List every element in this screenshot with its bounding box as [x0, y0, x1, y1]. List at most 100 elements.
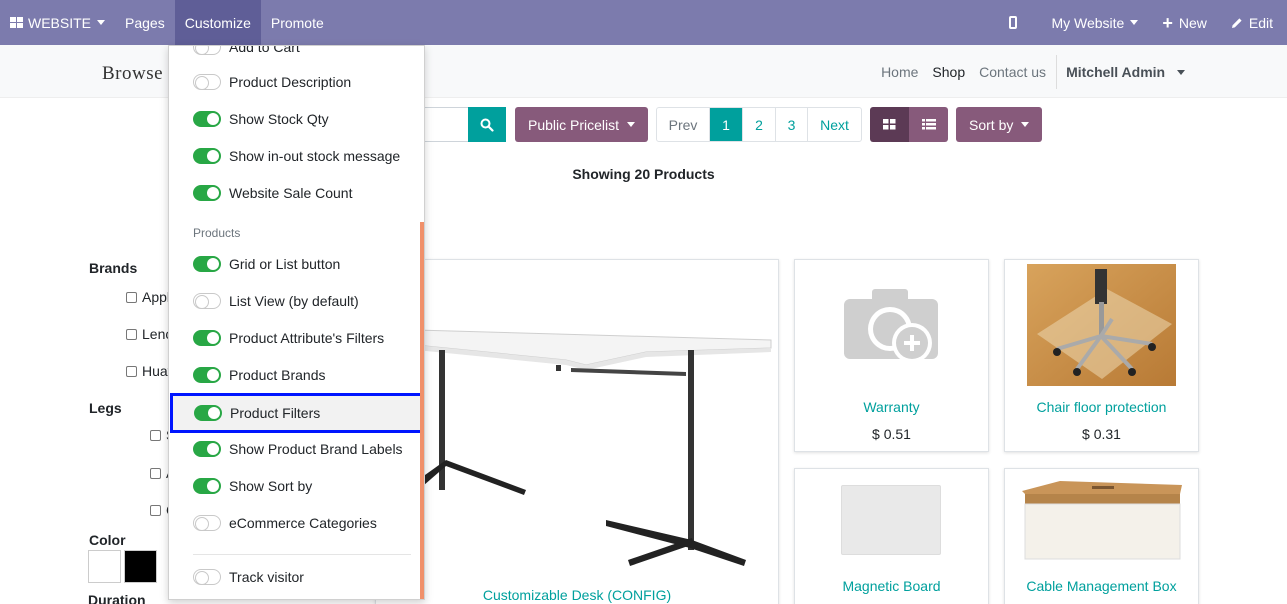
my-website-menu[interactable]: My Website [1041, 0, 1152, 45]
mobile-preview-button[interactable] [999, 0, 1041, 45]
pricelist-label: Public Pricelist [528, 116, 620, 133]
checkbox[interactable] [126, 291, 137, 303]
toggle-switch[interactable] [193, 255, 221, 272]
user-name: Mitchell Admin [1066, 63, 1166, 80]
toggle-switch[interactable] [193, 147, 221, 164]
product-name[interactable]: Cable Management Box [1005, 578, 1198, 594]
option-track-visitor[interactable]: Track visitor [169, 558, 424, 595]
pager-page-1[interactable]: 1 [709, 108, 742, 141]
nav-contact-us[interactable]: Contact us [972, 64, 1053, 80]
products-section-header: Products [193, 226, 241, 240]
new-button[interactable]: + New [1152, 0, 1221, 45]
pager-prev[interactable]: Prev [657, 108, 709, 141]
option-show-sort-by[interactable]: Show Sort by [169, 467, 424, 504]
sort-by-label: Sort by [969, 116, 1014, 133]
option-product-attribute-filters[interactable]: Product Attribute's Filters [169, 319, 424, 356]
option-website-sale-count[interactable]: Website Sale Count [169, 174, 424, 211]
pager-page-2[interactable]: 2 [742, 108, 775, 141]
option-product-filters[interactable]: Product Filters [170, 393, 423, 433]
search-icon [480, 118, 494, 132]
checkbox[interactable] [126, 365, 137, 377]
option-product-description[interactable]: Product Description [169, 63, 424, 100]
nav-divider [1056, 54, 1058, 89]
product-card[interactable]: Warranty $ 0.51 [794, 259, 989, 452]
brand-filter-option[interactable]: Lenc [126, 326, 172, 342]
option-label: Show Stock Qty [229, 110, 329, 127]
toggle-switch[interactable] [193, 514, 221, 531]
duration-filter-title: Duration [88, 592, 146, 604]
site-logo[interactable]: Browse [102, 63, 163, 85]
option-label: Add to Cart [229, 45, 300, 55]
product-name[interactable]: Customizable Desk (CONFIG) [376, 587, 778, 603]
brand-option-label: Appl [142, 289, 171, 305]
checkbox[interactable] [150, 504, 161, 516]
option-label: Product Attribute's Filters [229, 329, 385, 346]
pricelist-dropdown[interactable]: Public Pricelist [515, 107, 649, 142]
dropdown-scrollbar[interactable] [420, 222, 424, 599]
cable-box-image [1022, 481, 1182, 560]
product-card[interactable]: Cable Management Box [1004, 468, 1199, 604]
brand-filter-option[interactable]: Appl [126, 289, 170, 305]
checkbox[interactable] [150, 467, 161, 479]
pager: Prev 1 2 3 Next [656, 107, 862, 142]
mobile-icon [1009, 16, 1018, 29]
toggle-switch[interactable] [193, 46, 221, 55]
toggle-switch[interactable] [193, 329, 221, 346]
menu-divider [193, 554, 411, 555]
checkbox[interactable] [126, 328, 137, 340]
pages-menu[interactable]: Pages [115, 0, 175, 45]
pager-next[interactable]: Next [807, 108, 861, 141]
chair-mat-image [1027, 264, 1176, 386]
toggle-switch[interactable] [193, 440, 221, 457]
product-name[interactable]: Chair floor protection [1005, 399, 1198, 415]
edit-button[interactable]: Edit [1221, 0, 1287, 45]
option-show-product-brand-labels[interactable]: Show Product Brand Labels [169, 430, 424, 467]
nav-shop[interactable]: Shop [925, 64, 972, 80]
pencil-icon [1231, 17, 1242, 28]
toggle-switch[interactable] [193, 292, 221, 309]
search-button[interactable] [468, 107, 506, 142]
option-ecommerce-categories[interactable]: eCommerce Categories [169, 504, 424, 541]
product-card[interactable]: Chair floor protection $ 0.31 [1004, 259, 1199, 452]
pager-page-3[interactable]: 3 [775, 108, 807, 141]
option-label: Show in-out stock message [229, 147, 401, 164]
product-price: $ 0.51 [872, 426, 911, 442]
toggle-switch[interactable] [193, 477, 221, 494]
nav-home[interactable]: Home [874, 64, 925, 80]
option-label: Product Description [229, 73, 352, 90]
toggle-switch[interactable] [193, 184, 221, 201]
plus-icon: + [1162, 12, 1173, 33]
toggle-switch[interactable] [193, 73, 221, 90]
list-view-button[interactable] [909, 107, 948, 142]
option-list-view-default[interactable]: List View (by default) [169, 282, 424, 319]
apps-grid-icon [10, 17, 23, 28]
grid-view-button[interactable] [870, 107, 909, 142]
color-swatch-white[interactable] [88, 550, 121, 583]
checkbox[interactable] [150, 429, 161, 441]
user-menu[interactable]: Mitchell Admin [1060, 64, 1192, 80]
toggle-switch[interactable] [193, 568, 221, 585]
grid-view-icon [883, 119, 896, 130]
option-label: Track visitor [229, 568, 304, 585]
sort-by-dropdown[interactable]: Sort by [956, 107, 1043, 142]
option-product-brands[interactable]: Product Brands [169, 356, 424, 393]
option-grid-or-list-button[interactable]: Grid or List button [169, 245, 424, 282]
product-name[interactable]: Magnetic Board [795, 578, 988, 594]
toggle-switch[interactable] [194, 405, 222, 421]
product-card[interactable]: Customizable Desk (CONFIG) [375, 259, 779, 604]
product-price: $ 0.31 [1082, 426, 1121, 442]
promote-menu[interactable]: Promote [261, 0, 334, 45]
option-show-stock-qty[interactable]: Show Stock Qty [169, 100, 424, 137]
toggle-switch[interactable] [193, 110, 221, 127]
color-swatch-black[interactable] [124, 550, 157, 583]
website-menu[interactable]: WEBSITE [0, 0, 115, 45]
option-in-out-stock-message[interactable]: Show in-out stock message [169, 137, 424, 174]
customize-menu[interactable]: Customize [174, 0, 261, 45]
toggle-switch[interactable] [193, 366, 221, 383]
product-search-input[interactable] [424, 107, 469, 142]
caret-down-icon [97, 20, 106, 25]
product-name[interactable]: Warranty [795, 399, 988, 415]
option-add-to-cart[interactable]: Add to Cart [169, 45, 424, 65]
product-card[interactable]: Magnetic Board [794, 468, 989, 604]
option-label: Product Brands [229, 366, 326, 383]
